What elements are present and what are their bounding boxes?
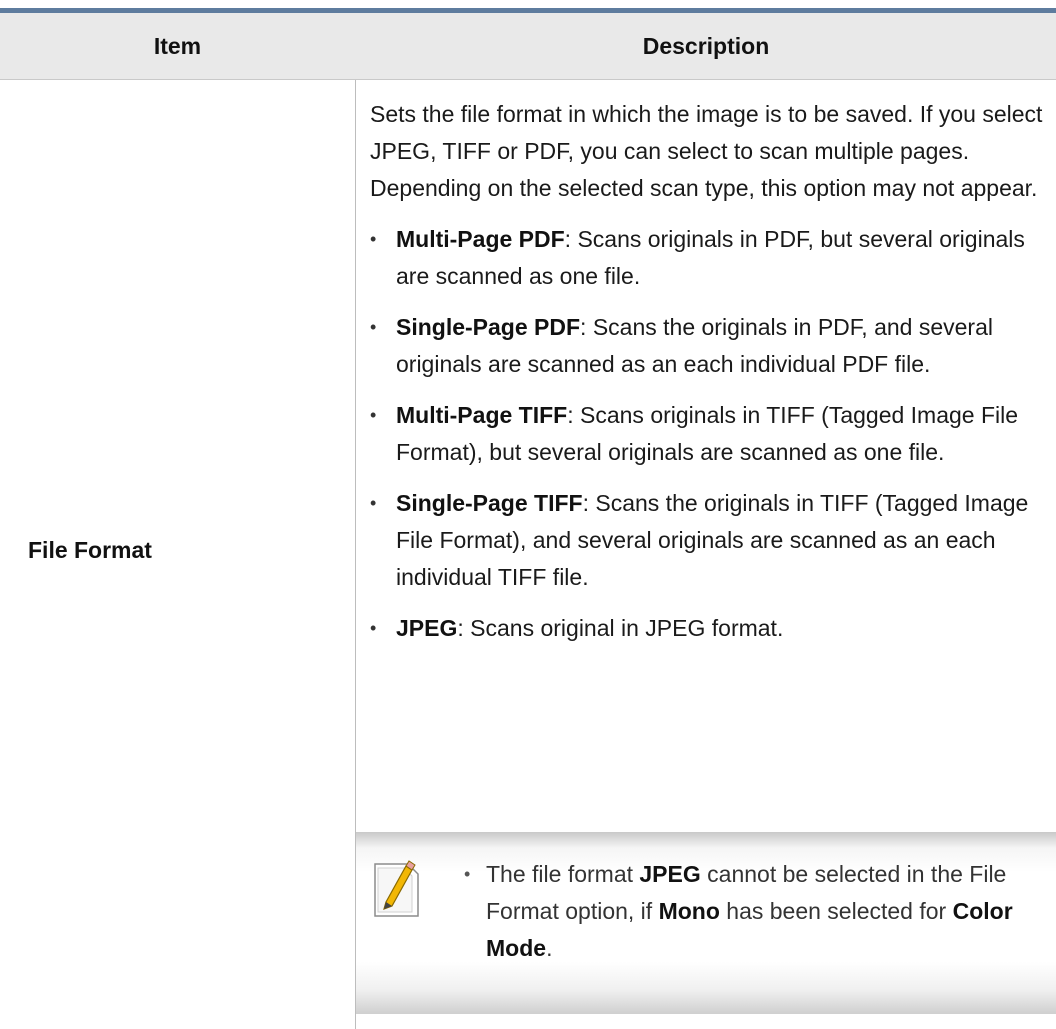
note-text: • The file format JPEG cannot be selected… — [464, 856, 1046, 967]
note-text-4: . — [546, 935, 553, 961]
note-pencil-icon — [372, 858, 424, 920]
bullet-icon: • — [464, 864, 471, 884]
note-box: • The file format JPEG cannot be selected… — [356, 832, 1056, 1014]
list-item: • Multi-Page PDF: Scans originals in PDF,… — [370, 221, 1050, 295]
description-intro: Sets the file format in which the image … — [370, 101, 1043, 201]
option-term: JPEG — [396, 615, 458, 641]
bullet-icon: • — [370, 493, 377, 513]
bullet-icon: • — [370, 229, 377, 249]
bullet-icon: • — [370, 317, 377, 337]
list-item: • Single-Page PDF: Scans the originals in… — [370, 309, 1050, 383]
manual-page: Item Description File Format Sets the fi… — [0, 0, 1056, 1029]
option-list: • Multi-Page PDF: Scans originals in PDF,… — [370, 221, 1050, 647]
list-item: • JPEG: Scans original in JPEG format. — [370, 610, 1050, 647]
item-name: File Format — [28, 537, 152, 563]
list-item: • Multi-Page TIFF: Scans originals in TIF… — [370, 397, 1050, 471]
option-term: Multi-Page TIFF — [396, 402, 568, 428]
bullet-icon: • — [370, 405, 377, 425]
list-item: • Single-Page TIFF: Scans the originals i… — [370, 485, 1050, 596]
note-bold-mono: Mono — [658, 898, 720, 924]
option-term: Single-Page TIFF — [396, 490, 583, 516]
option-term: Single-Page PDF — [396, 314, 581, 340]
note-text-1: The file format — [486, 861, 640, 887]
note-text-3: has been selected for — [719, 898, 953, 924]
column-header-description: Description — [642, 33, 770, 59]
table-header: Item Description — [0, 13, 1056, 80]
column-header-item: Item — [153, 33, 202, 59]
note-bold-jpeg: JPEG — [639, 861, 701, 887]
option-text: : Scans original in JPEG format. — [457, 615, 784, 641]
option-term: Multi-Page PDF — [396, 226, 565, 252]
bullet-icon: • — [370, 618, 377, 638]
description-cell: Sets the file format in which the image … — [370, 96, 1050, 661]
